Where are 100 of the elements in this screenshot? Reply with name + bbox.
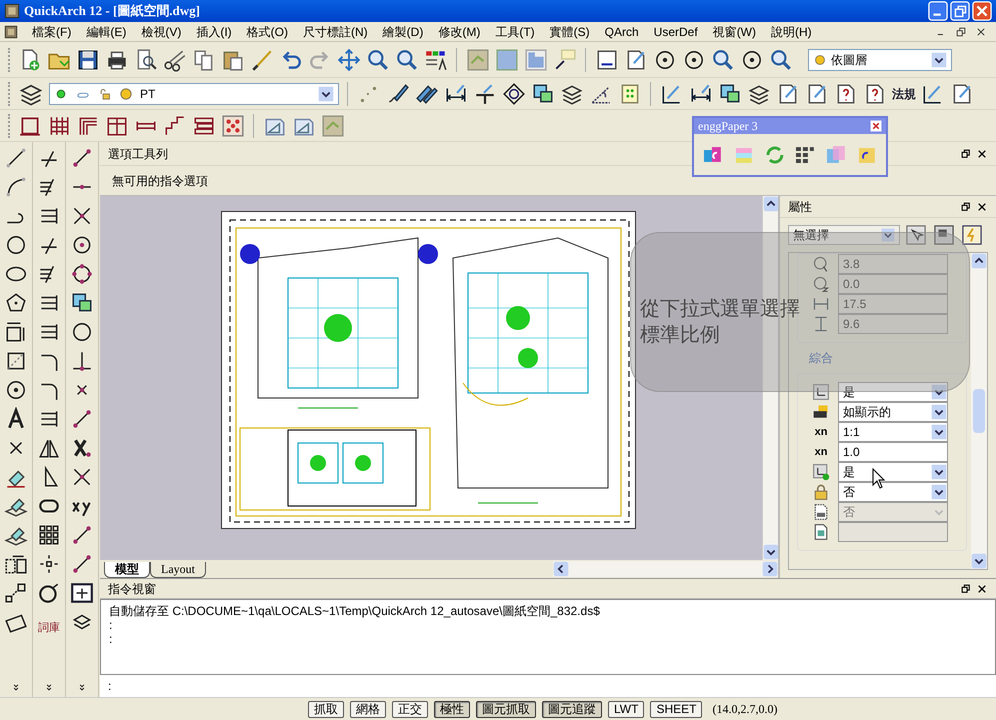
selection-dropdown[interactable]: 無選擇 [788,225,900,245]
four-way-arrows-icon[interactable] [337,48,361,72]
command-output-line: 自動儲存至 C:\DOCUME~1\qa\LOCALS~1\Temp\QuickArch 12_autosave\圖紙空間_832.ds$ [109,604,601,618]
scroll-right-icon[interactable] [762,561,778,577]
scale-squares-icon[interactable] [4,581,28,605]
snap-quadrant-icon[interactable] [70,262,94,286]
close-icon[interactable] [976,200,988,212]
menu-item[interactable]: 工具(T) [495,22,535,40]
menu-item[interactable]: 視窗(W) [712,22,756,40]
overlapping-boxes-icon[interactable] [531,82,555,106]
scroll-down-icon[interactable] [763,544,779,560]
arc-icon[interactable] [4,175,28,199]
dot-pattern-icon[interactable] [221,114,245,138]
code-button[interactable]: 法規 [892,84,916,102]
layer-dropdown[interactable]: PT [49,82,339,104]
brush-icon[interactable] [250,48,274,72]
scroll-up-icon[interactable] [971,253,987,269]
toolbar-separator [585,48,587,72]
close-icon[interactable] [976,148,988,160]
scroll-left-icon[interactable] [553,561,569,577]
color-dropdown[interactable]: 依圖層 [808,48,952,70]
sheet-file-icon [812,503,830,521]
status-toggle[interactable]: 圖元追蹤 [542,700,602,718]
menu-item[interactable]: 插入(I) [196,22,232,40]
menu-item[interactable]: 說明(H) [771,22,812,40]
restore-icon[interactable] [954,24,968,38]
app-logo-icon[interactable] [4,24,18,38]
command-output-line: : [109,632,114,646]
menu-item[interactable]: 編輯(E) [86,22,126,40]
command-output-line: : [109,618,114,632]
close-icon[interactable] [976,582,988,594]
property-dropdown[interactable]: 是 [838,382,948,402]
menu-item[interactable]: 繪製(D) [382,22,424,40]
sphere-icon[interactable] [37,581,61,605]
status-toggle[interactable]: 正交 [392,700,428,718]
menu-item[interactable]: 修改(M) [438,22,480,40]
overlapping-boxes-icon[interactable] [718,82,742,106]
layout-tab[interactable]: Layout [150,562,206,578]
restore-pane-icon[interactable] [960,148,972,160]
status-toggle[interactable]: SHEET [650,700,702,718]
property-dropdown[interactable]: 否 [838,482,948,502]
restore-pane-icon[interactable] [960,200,972,212]
magnifier-icon[interactable] [366,48,390,72]
setup-icon[interactable] [595,48,619,72]
ucs-frame-icon[interactable] [70,581,94,605]
minimize-icon[interactable] [928,1,948,21]
callout-text: 從下拉式選單選擇標準比例 [640,297,800,348]
property-dropdown[interactable]: 如顯示的 [838,402,948,422]
panel-title: 屬性 [788,198,812,216]
layout-tab[interactable]: 模型 [104,562,150,578]
property-dropdown[interactable]: 是 [838,462,948,482]
filled-circle-icon [118,86,134,102]
quick-select-icon[interactable] [934,225,954,245]
restore-icon[interactable] [950,1,970,21]
dropdown-caret-icon [931,384,947,400]
property-field[interactable]: 1.0 [838,442,948,462]
symbol-diamond-icon[interactable] [502,82,526,106]
status-toggle[interactable]: 網格 [350,700,386,718]
sheet-image-icon [812,523,830,541]
menu-item[interactable]: 實體(S) [550,22,590,40]
drawing-canvas[interactable] [100,196,762,560]
menu-item[interactable]: 檢視(V) [141,22,182,40]
array-grid-icon[interactable] [37,523,61,547]
lightning-icon[interactable] [962,225,982,245]
command-input[interactable]: : [108,677,112,695]
dropdown-caret-icon [931,464,947,480]
dropdown-caret-icon [931,424,947,440]
scrollbar-thumb[interactable] [973,389,985,433]
horizontal-scrollbar[interactable] [553,561,778,577]
property-dropdown[interactable]: 1:1 [838,422,948,442]
magnifier-icon[interactable] [711,48,735,72]
menu-item[interactable]: 尺寸標註(N) [302,22,368,40]
dropdown-caret-icon [881,228,895,242]
panel-title: 選項工具列 [108,146,168,162]
options-message: 無可用的指令選項 [112,172,208,190]
menu-item[interactable]: QArch [604,22,639,40]
restore-pane-icon[interactable] [960,582,972,594]
status-toggle[interactable]: 圖元抓取 [476,700,536,718]
status-toggle[interactable]: 極性 [434,700,470,718]
circle-icon[interactable] [4,233,28,257]
dropdown-caret-icon [931,484,947,500]
viewport-arrow-icon[interactable] [553,48,577,72]
circle-icon[interactable] [70,320,94,344]
select-objects-icon[interactable] [906,225,926,245]
magnifier-icon[interactable] [769,48,793,72]
properties-scrollbar[interactable] [971,253,987,569]
menu-item[interactable]: UserDef [654,22,698,40]
status-toggle[interactable]: 抓取 [308,700,344,718]
magnifier-icon[interactable] [395,48,419,72]
window-title: QuickArch 12 - [圖紙空間.dwg] [24,2,200,20]
scroll-down-icon[interactable] [971,553,987,569]
line-icon[interactable] [4,146,28,170]
library-button[interactable]: 詞庫 [38,620,60,636]
menu-item[interactable]: 檔案(F) [32,22,72,40]
menu-item[interactable]: 格式(O) [246,22,288,40]
status-toggle[interactable]: LWT [608,700,644,718]
app-logo-icon[interactable] [4,3,20,19]
scroll-up-icon[interactable] [763,196,779,212]
circle-target-icon[interactable] [4,378,28,402]
toolbar-title: enggPaper 3 [698,118,758,135]
